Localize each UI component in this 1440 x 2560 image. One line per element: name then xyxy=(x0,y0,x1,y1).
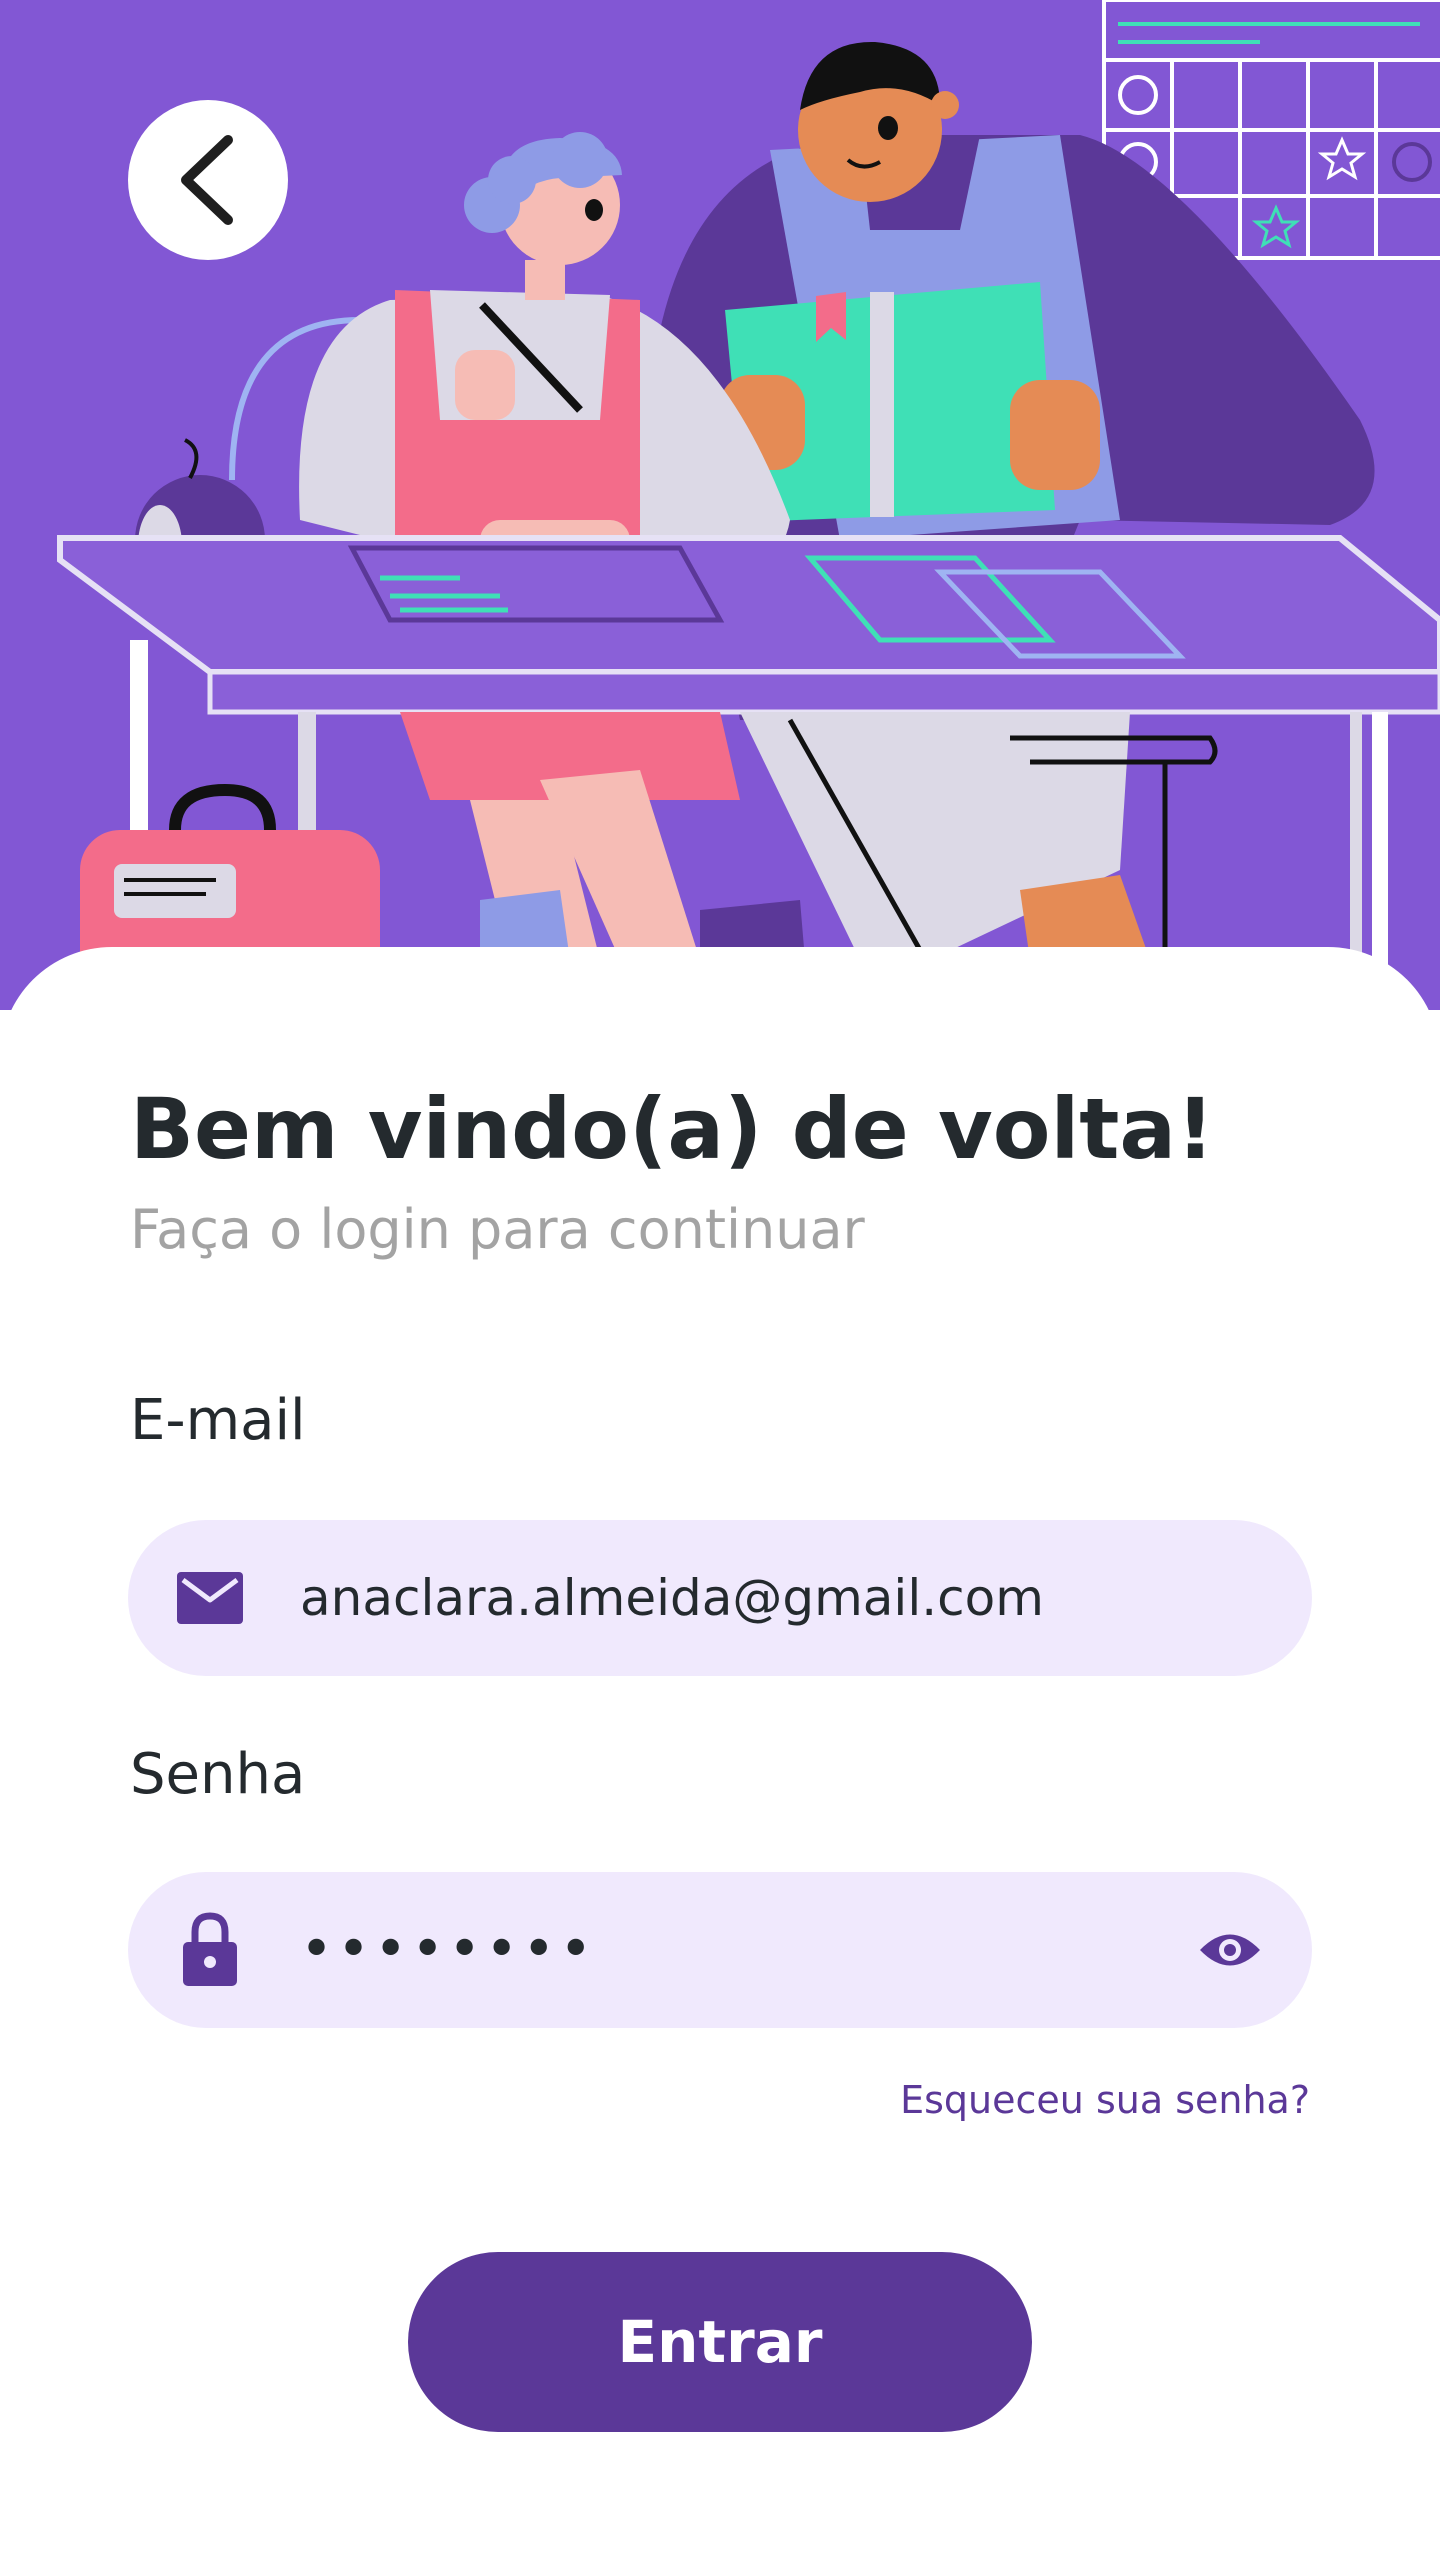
login-screen: Bem vindo(a) de volta! Faça o login para… xyxy=(0,0,1440,2560)
password-value[interactable]: •••••••• xyxy=(300,1872,596,2028)
page-title: Bem vindo(a) de volta! xyxy=(130,1080,1215,1178)
eye-icon[interactable] xyxy=(1192,1916,1268,1984)
login-button[interactable]: Entrar xyxy=(408,2252,1032,2432)
page-subtitle: Faça o login para continuar xyxy=(130,1198,865,1261)
password-field[interactable]: •••••••• xyxy=(128,1872,1312,2028)
envelope-icon xyxy=(174,1566,246,1630)
lock-icon xyxy=(174,1912,246,1986)
forgot-password-link[interactable]: Esqueceu sua senha? xyxy=(900,2078,1310,2122)
chevron-left-icon xyxy=(181,135,233,225)
email-label: E-mail xyxy=(130,1388,306,1453)
email-value[interactable]: anaclara.almeida@gmail.com xyxy=(300,1520,1044,1676)
header-illustration xyxy=(0,0,1440,1010)
password-label: Senha xyxy=(130,1742,306,1807)
email-field[interactable]: anaclara.almeida@gmail.com xyxy=(128,1520,1312,1676)
back-button[interactable] xyxy=(128,100,288,260)
